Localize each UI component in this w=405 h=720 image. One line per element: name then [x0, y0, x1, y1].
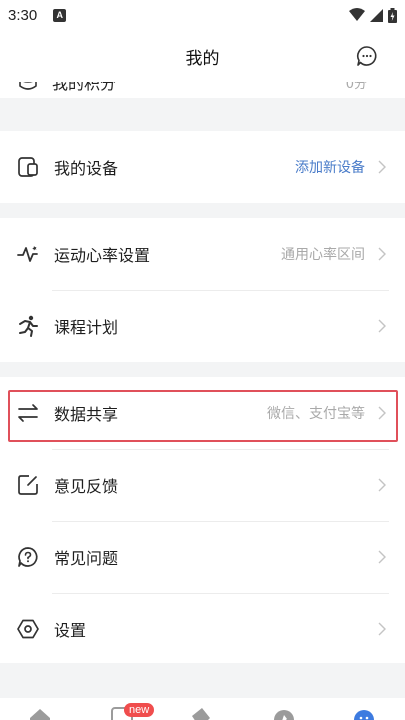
row-course-plan[interactable]: 课程计划 — [0, 290, 405, 362]
bottom-nav: new — [0, 698, 405, 720]
chevron-right-icon — [378, 550, 386, 564]
chevron-right-icon — [378, 160, 386, 174]
row-label: 运动心率设置 — [54, 246, 151, 265]
row-label: 课程计划 — [54, 318, 119, 337]
row-faq[interactable]: 常见问题 — [0, 521, 405, 593]
add-device-link[interactable]: 添加新设备 — [295, 157, 365, 177]
battery-icon — [388, 7, 397, 23]
device-tab-icon[interactable] — [188, 706, 212, 720]
devices-card: 我的设备 添加新设备 — [0, 131, 405, 203]
chevron-right-icon — [378, 319, 386, 333]
wifi-icon — [349, 8, 365, 21]
data-sharing-icon — [16, 401, 40, 425]
running-icon — [16, 314, 40, 338]
message-icon[interactable] — [355, 44, 379, 68]
profile-tab-icon[interactable] — [352, 706, 376, 720]
new-badge: new — [124, 703, 155, 717]
settings-hexagon-icon — [16, 617, 40, 641]
coins-icon — [19, 82, 37, 90]
row-value: 微信、支付宝等 — [267, 406, 365, 422]
chevron-right-icon — [378, 478, 386, 492]
sports-card: 运动心率设置 通用心率区间 课程计划 — [0, 218, 405, 362]
row-my-devices[interactable]: 我的设备 添加新设备 — [0, 131, 405, 203]
status-bar: 3:30 A — [0, 0, 405, 30]
points-value: 0分 — [345, 82, 367, 92]
chevron-right-icon — [378, 406, 386, 420]
help-icon — [16, 545, 40, 569]
row-settings[interactable]: 设置 — [0, 593, 405, 665]
row-heart-rate[interactable]: 运动心率设置 通用心率区间 — [0, 218, 405, 290]
device-icon — [16, 155, 40, 179]
row-label: 数据共享 — [54, 405, 119, 424]
feedback-icon — [16, 473, 40, 497]
row-value: 通用心率区间 — [281, 247, 365, 263]
status-time: 3:30 — [8, 6, 38, 24]
page-header: 我的 — [0, 30, 405, 82]
page-title: 我的 — [185, 48, 220, 69]
status-icons — [349, 7, 397, 23]
row-feedback[interactable]: 意见反馈 — [0, 449, 405, 521]
home-icon[interactable] — [28, 706, 52, 720]
points-row[interactable]: 我的积分 0分 — [0, 82, 405, 98]
row-label: 设置 — [54, 621, 87, 640]
discover-icon[interactable] — [272, 706, 296, 720]
heartbeat-icon — [16, 242, 40, 266]
row-data-sharing[interactable]: 数据共享 微信、支付宝等 — [0, 377, 405, 449]
row-label: 常见问题 — [54, 549, 119, 568]
notification-icon: A — [53, 8, 67, 22]
points-label: 我的积分 — [52, 82, 117, 93]
misc-card: 数据共享 微信、支付宝等 意见反馈 常见问题 设置 — [0, 377, 405, 663]
chevron-right-icon — [378, 247, 386, 261]
signal-icon — [370, 9, 383, 22]
chevron-right-icon — [378, 622, 386, 636]
row-label: 意见反馈 — [54, 477, 119, 496]
row-label: 我的设备 — [54, 159, 119, 178]
